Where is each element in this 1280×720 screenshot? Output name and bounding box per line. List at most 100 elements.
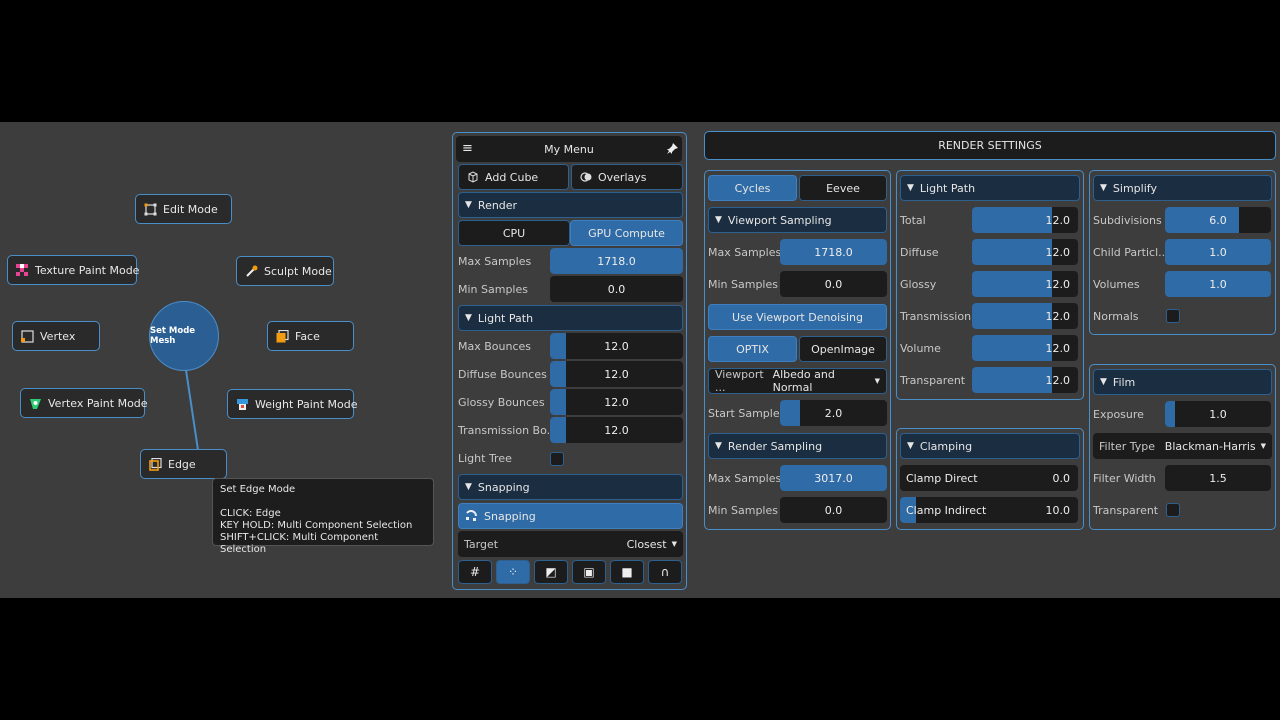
simplify-header[interactable]: ▼ Simplify bbox=[1093, 175, 1272, 201]
add-cube-button[interactable]: Add Cube bbox=[458, 164, 569, 190]
normals-checkbox[interactable] bbox=[1166, 309, 1180, 323]
snap-vertex-button[interactable]: ⁘ bbox=[496, 560, 530, 584]
edge-button[interactable]: Edge bbox=[140, 449, 227, 479]
total-field[interactable]: 12.0 bbox=[972, 207, 1078, 233]
vertex-paint-icon bbox=[30, 398, 41, 409]
vp-min-samples-value: 0.0 bbox=[824, 277, 843, 291]
gpu-compute-button[interactable]: GPU Compute bbox=[570, 220, 683, 246]
openimage-button[interactable]: OpenImage bbox=[799, 336, 887, 362]
filter-type-value: Blackman-Harris bbox=[1164, 439, 1256, 453]
sculpt-mode-label: Sculpt Mode bbox=[264, 264, 332, 278]
weight-paint-mode-button[interactable]: Weight Paint Mode bbox=[227, 389, 358, 419]
eevee-button[interactable]: Eevee bbox=[799, 175, 887, 201]
viewport-sampling-header[interactable]: ▼ Viewport Sampling bbox=[708, 207, 887, 233]
snap-edge-center-button[interactable]: ■ bbox=[610, 560, 644, 584]
total-label: Total bbox=[900, 213, 926, 227]
render-section-header[interactable]: ▼ Render bbox=[458, 192, 683, 218]
viewport-denoise-input-dropdown[interactable]: Viewport ... Albedo and Normal ▼ bbox=[708, 368, 887, 394]
my-menu-title-bar[interactable]: ≡ My Menu bbox=[456, 136, 682, 162]
grid-increment-icon: # bbox=[469, 565, 481, 579]
cpu-button[interactable]: CPU bbox=[458, 220, 570, 246]
max-bounces-field[interactable]: 12.0 bbox=[550, 333, 683, 359]
collapse-triangle-icon: ▼ bbox=[1100, 377, 1107, 387]
edge-tooltip: Set Edge Mode CLICK: Edge KEY HOLD: Mult… bbox=[212, 478, 434, 555]
target-dropdown[interactable]: Target Closest ▼ bbox=[458, 531, 683, 557]
snap-volume-button[interactable]: ▣ bbox=[572, 560, 606, 584]
transmission-bounces-field[interactable]: 12.0 bbox=[550, 417, 683, 443]
subdivisions-field[interactable]: 6.0 bbox=[1165, 207, 1271, 233]
vertex-paint-mode-button[interactable]: Vertex Paint Mode bbox=[20, 388, 148, 418]
render-sampling-header[interactable]: ▼ Render Sampling bbox=[708, 433, 887, 459]
filter-type-dropdown[interactable]: Filter Type Blackman-Harris ▼ bbox=[1093, 433, 1272, 459]
dropdown-arrow-icon: ▼ bbox=[874, 377, 880, 385]
optix-button[interactable]: OPTIX bbox=[708, 336, 797, 362]
overlays-button[interactable]: Overlays bbox=[571, 164, 683, 190]
snap-perpendicular-button[interactable]: ∩ bbox=[648, 560, 682, 584]
snap-face-button[interactable]: ◩ bbox=[534, 560, 568, 584]
collapse-triangle-icon: ▼ bbox=[715, 441, 722, 451]
face-label: Face bbox=[295, 329, 320, 343]
film-panel: ▼ Film Exposure 1.0 Filter Type Blackman… bbox=[1089, 364, 1276, 530]
snapping-section-header[interactable]: ▼ Snapping bbox=[458, 474, 683, 500]
use-viewport-denoising-button[interactable]: Use Viewport Denoising bbox=[708, 304, 887, 330]
child-particles-value: 1.0 bbox=[1209, 245, 1227, 259]
render-settings-title: RENDER SETTINGS bbox=[938, 139, 1042, 152]
collapse-triangle-icon: ▼ bbox=[465, 482, 472, 492]
transmission-bounces-value: 12.0 bbox=[604, 423, 629, 437]
vertex-paint-mode-label: Vertex Paint Mode bbox=[48, 396, 148, 410]
tooltip-line-shift-click: SHIFT+CLICK: Multi Component Selection bbox=[220, 532, 379, 555]
volume-field[interactable]: 12.0 bbox=[972, 335, 1078, 361]
snapping-button-label: Snapping bbox=[484, 509, 536, 523]
clamp-indirect-field[interactable]: Clamp Indirect 10.0 bbox=[900, 497, 1078, 523]
collapse-triangle-icon: ▼ bbox=[715, 215, 722, 225]
film-label: Film bbox=[1112, 375, 1136, 389]
my-menu-title: My Menu bbox=[544, 142, 594, 156]
glossy-field[interactable]: 12.0 bbox=[972, 271, 1078, 297]
max-samples-field[interactable]: 1718.0 bbox=[550, 248, 683, 274]
target-value: Closest bbox=[626, 537, 667, 551]
film-transparent-checkbox[interactable] bbox=[1166, 503, 1180, 517]
clamp-direct-field[interactable]: Clamp Direct 0.0 bbox=[900, 465, 1078, 491]
start-sample-value: 2.0 bbox=[824, 406, 843, 420]
vp-min-samples-label: Min Samples bbox=[708, 277, 778, 291]
sculpt-mode-button[interactable]: Sculpt Mode bbox=[236, 256, 334, 286]
vertex-button[interactable]: Vertex bbox=[12, 321, 100, 351]
diffuse-field[interactable]: 12.0 bbox=[972, 239, 1078, 265]
pin-icon[interactable] bbox=[666, 142, 679, 155]
snapping-toggle-button[interactable]: Snapping bbox=[458, 503, 683, 529]
filter-width-field[interactable]: 1.5 bbox=[1165, 465, 1271, 491]
snap-grid-increment-button[interactable]: # bbox=[458, 560, 492, 584]
transparent-field[interactable]: 12.0 bbox=[972, 367, 1078, 393]
min-samples-field[interactable]: 0.0 bbox=[550, 276, 683, 302]
cycles-button[interactable]: Cycles bbox=[708, 175, 797, 201]
film-header[interactable]: ▼ Film bbox=[1093, 369, 1272, 395]
r-min-samples-field[interactable]: 0.0 bbox=[780, 497, 887, 523]
vp-max-samples-field[interactable]: 1718.0 bbox=[780, 239, 887, 265]
clamping-header[interactable]: ▼ Clamping bbox=[900, 433, 1080, 459]
r-max-samples-field[interactable]: 3017.0 bbox=[780, 465, 887, 491]
start-sample-label: Start Sample bbox=[708, 406, 780, 420]
edit-mode-button[interactable]: Edit Mode bbox=[135, 194, 232, 224]
diffuse-bounces-value: 12.0 bbox=[604, 367, 629, 381]
diffuse-bounces-field[interactable]: 12.0 bbox=[550, 361, 683, 387]
light-path-section-header[interactable]: ▼ Light Path bbox=[458, 305, 683, 331]
rs-light-path-header[interactable]: ▼ Light Path bbox=[900, 175, 1080, 201]
volumes-field[interactable]: 1.0 bbox=[1165, 271, 1271, 297]
collapse-triangle-icon: ▼ bbox=[907, 183, 914, 193]
vp-min-samples-field[interactable]: 0.0 bbox=[780, 271, 887, 297]
exposure-field[interactable]: 1.0 bbox=[1165, 401, 1271, 427]
hamburger-icon[interactable]: ≡ bbox=[462, 141, 473, 156]
collapse-triangle-icon: ▼ bbox=[465, 200, 472, 210]
start-sample-field[interactable]: 2.0 bbox=[780, 400, 887, 426]
render-settings-title-bar: RENDER SETTINGS bbox=[704, 131, 1276, 160]
texture-paint-mode-button[interactable]: Texture Paint Mode bbox=[7, 255, 140, 285]
child-particles-field[interactable]: 1.0 bbox=[1165, 239, 1271, 265]
face-button[interactable]: Face bbox=[267, 321, 354, 351]
vp-max-samples-label: Max Samples bbox=[708, 245, 782, 259]
subdivisions-value: 6.0 bbox=[1209, 213, 1227, 227]
texture-paint-mode-label: Texture Paint Mode bbox=[35, 263, 140, 277]
light-tree-checkbox[interactable] bbox=[550, 452, 564, 466]
glossy-bounces-field[interactable]: 12.0 bbox=[550, 389, 683, 415]
transmission-field[interactable]: 12.0 bbox=[972, 303, 1078, 329]
tooltip-line-key-hold: KEY HOLD: Multi Component Selection bbox=[220, 520, 413, 531]
